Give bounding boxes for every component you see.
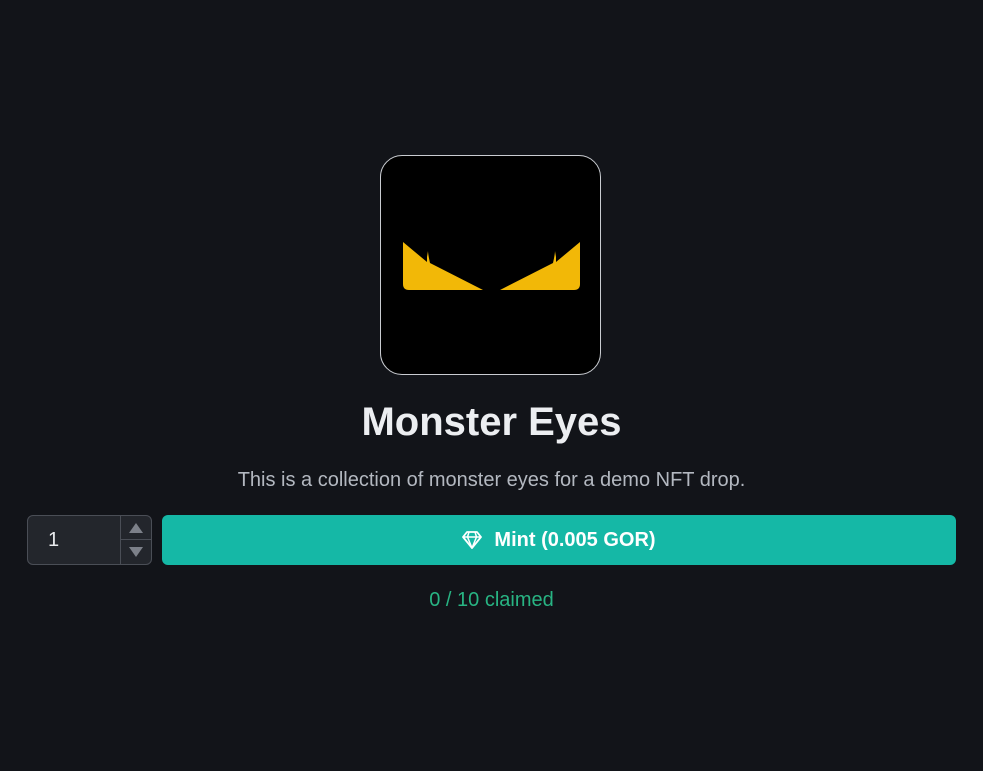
mint-page: Monster Eyes This is a collection of mon… — [0, 0, 983, 771]
quantity-stepper[interactable]: 1 — [27, 515, 152, 565]
mint-button[interactable]: Mint (0.005 GOR) — [162, 515, 956, 565]
increment-button[interactable] — [121, 516, 151, 540]
nft-artwork-image — [380, 155, 601, 375]
claimed-count: 0 / 10 claimed — [429, 589, 554, 611]
collection-title: Monster Eyes — [361, 400, 622, 444]
caret-up-icon — [129, 523, 143, 533]
decrement-button[interactable] — [121, 540, 151, 564]
collection-description: This is a collection of monster eyes for… — [237, 469, 746, 491]
quantity-value[interactable]: 1 — [48, 516, 59, 564]
mint-button-label: Mint (0.005 GOR) — [494, 528, 656, 551]
monster-eyes-icon — [403, 242, 580, 290]
caret-down-icon — [129, 547, 143, 557]
diamond-icon — [462, 531, 483, 549]
stepper-controls — [120, 516, 151, 564]
